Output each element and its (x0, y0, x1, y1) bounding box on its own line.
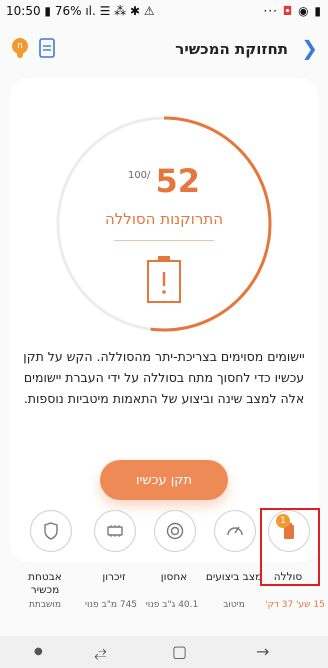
divider (114, 240, 214, 241)
battery-card: 100/ 52 התרוקנות הסוללה יישומים מסוימים … (10, 78, 318, 562)
back-icon[interactable]: → (256, 642, 269, 661)
tile-storage[interactable] (154, 510, 196, 552)
app-header: n תחזוקת המכשיר ❯ (0, 28, 328, 72)
tile-label-security: אבטחת מכשיר (28, 571, 62, 596)
battery-warning-icon (147, 256, 181, 303)
shield-icon (44, 522, 58, 540)
score-value: 52 (155, 162, 201, 200)
notification-icon[interactable]: n (12, 38, 28, 58)
battery-score: 100/ 52 (10, 162, 318, 200)
status-time: 10:50 ▮ 76% ıl. ☰ ⁂ ✱ ⚠ (6, 4, 155, 18)
tile-label-memory: זיכרון (102, 571, 126, 583)
navigation-bar: ● ⥄ ▢ → (0, 636, 328, 668)
back-chevron-icon[interactable]: ❯ (301, 36, 318, 60)
tile-sub-storage: 40.1 ג"ב פנוי (145, 600, 199, 610)
fix-now-button[interactable]: תקן עכשיו (100, 460, 228, 500)
chip-icon (107, 525, 123, 537)
home-icon[interactable]: ▢ (172, 642, 187, 661)
recents-icon[interactable]: ⥄ (94, 642, 107, 662)
status-right-icons: ··· ◘ ◉ ▮ (263, 4, 322, 18)
status-bar: 10:50 ▮ 76% ıl. ☰ ⁂ ✱ ⚠ ··· ◘ ◉ ▮ (0, 0, 328, 26)
gauge-icon (227, 526, 243, 536)
disk-icon (166, 522, 184, 540)
tile-sub-security: מושבתת (29, 600, 61, 610)
tile-memory[interactable] (94, 510, 136, 552)
tile-label-storage: אחסון (160, 571, 188, 583)
page-title: תחזוקת המכשיר (175, 40, 288, 58)
score-max: 100/ (127, 170, 151, 181)
tile-security[interactable] (30, 510, 72, 552)
gauge-label: התרוקנות הסוללה (104, 210, 224, 228)
nav-dot-icon[interactable]: ● (34, 646, 43, 657)
battery-description: יישומים מסוימים בצריכת-יתר מהסוללה. הקש … (23, 349, 305, 406)
battery-tile-highlight (260, 508, 320, 586)
tile-performance[interactable] (214, 510, 256, 552)
tile-sub-battery: 15 שע' 37 דק' (265, 600, 325, 610)
report-icon[interactable] (38, 38, 56, 58)
tile-label-performance: מצב ביצועים (205, 571, 263, 583)
tile-sub-memory: 745 מ"ב פנוי (84, 600, 138, 610)
tile-sub-performance: מיטוב (223, 600, 245, 610)
